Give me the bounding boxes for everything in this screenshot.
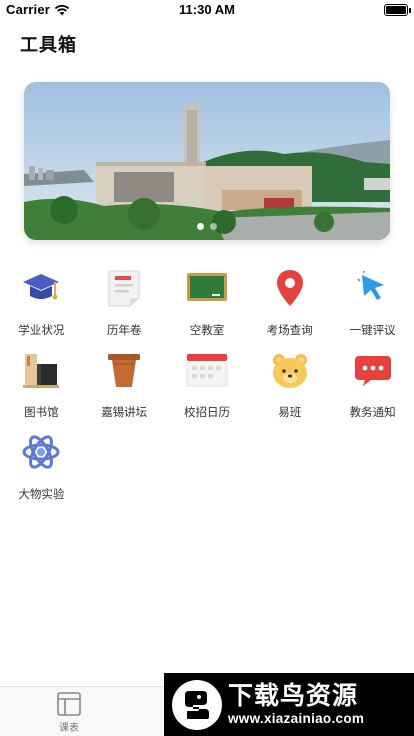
schedule-icon	[57, 692, 81, 716]
tool-recruitment-calendar[interactable]: 校招日历	[166, 344, 249, 426]
chalkboard-icon	[185, 266, 229, 310]
exam-paper-icon	[102, 266, 146, 310]
tool-label: 嘉锡讲坛	[101, 407, 148, 419]
tool-jiaxi-forum[interactable]: 嘉锡讲坛	[83, 344, 166, 426]
battery-icon	[384, 4, 411, 16]
tool-exam-location[interactable]: 考场查询	[248, 262, 331, 344]
tool-label: 学业状况	[18, 325, 65, 337]
tab-schedule[interactable]: 课表	[46, 691, 92, 734]
location-pin-icon	[268, 266, 312, 310]
graduation-cap-icon	[19, 266, 63, 310]
tool-label: 教务通知	[349, 407, 396, 419]
status-bar: Carrier 11:30 AM	[0, 0, 414, 20]
library-books-icon	[19, 348, 63, 392]
tool-yiban[interactable]: 易班	[248, 344, 331, 426]
tool-grid: 学业状况 历年卷 空教室 考场查询 一键评议 图书馆 嘉锡讲坛 校招日历 易班 …	[0, 262, 414, 508]
page-title: 工具箱	[20, 35, 77, 55]
atom-icon	[19, 430, 63, 474]
status-time: 11:30 AM	[179, 2, 235, 17]
tool-label: 一键评议	[349, 325, 396, 337]
tool-label: 图书馆	[24, 407, 59, 419]
watermark-logo	[172, 679, 222, 730]
tool-past-exams[interactable]: 历年卷	[83, 262, 166, 344]
tool-label: 大物实验	[18, 489, 65, 501]
tool-label: 空教室	[189, 325, 225, 337]
podium-icon	[102, 348, 146, 392]
cursor-click-icon	[351, 266, 395, 310]
campus-photo	[24, 82, 390, 240]
tool-library[interactable]: 图书馆	[0, 344, 83, 426]
watermark-banner: 下载鸟资源 www.xiazainiao.com	[164, 673, 414, 736]
carousel-dots	[24, 223, 390, 230]
tab-label: 课表	[59, 723, 79, 734]
tool-label: 校招日历	[183, 407, 230, 419]
tool-academic-status[interactable]: 学业状况	[0, 262, 83, 344]
message-icon	[351, 348, 395, 392]
watermark-url: www.xiazainiao.com	[228, 710, 365, 726]
carousel-dot[interactable]	[210, 223, 217, 230]
banner-carousel[interactable]	[24, 82, 390, 240]
tool-one-click-review[interactable]: 一键评议	[331, 262, 414, 344]
tool-physics-lab[interactable]: 大物实验	[0, 426, 83, 508]
watermark-title: 下载鸟资源	[228, 681, 359, 710]
carousel-dot-active[interactable]	[197, 223, 204, 230]
tool-label: 易班	[278, 407, 302, 419]
bear-icon	[268, 348, 312, 392]
watermark-text: 下载鸟资源 www.xiazainiao.com	[228, 682, 364, 728]
calendar-icon	[185, 348, 229, 392]
tool-academic-notices[interactable]: 教务通知	[331, 344, 414, 426]
tool-label: 历年卷	[106, 325, 142, 337]
tool-label: 考场查询	[266, 325, 313, 337]
tool-empty-classroom[interactable]: 空教室	[166, 262, 249, 344]
